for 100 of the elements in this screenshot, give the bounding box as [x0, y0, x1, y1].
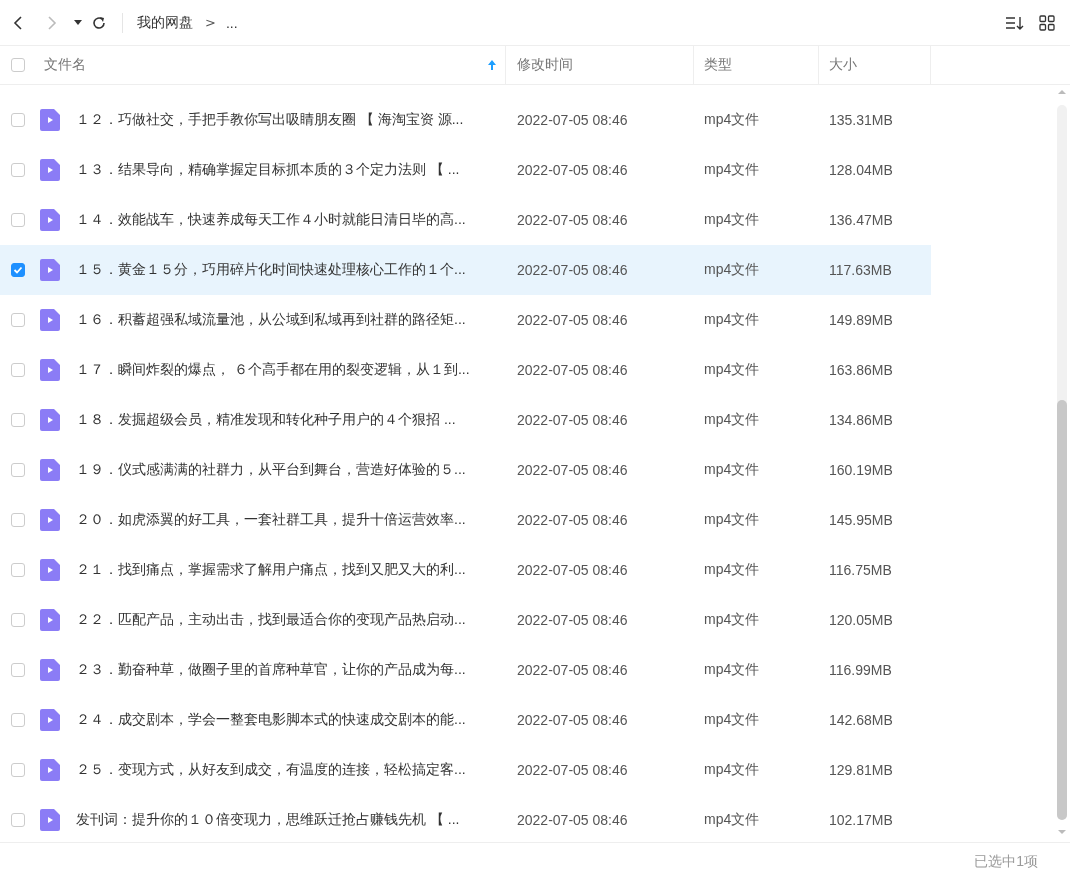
modified-time: 2022-07-05 08:46 — [516, 712, 629, 728]
checkbox[interactable] — [11, 413, 25, 427]
file-name: １２．巧做社交，手把手教你写出吸睛朋友圈 【 海淘宝资 源... — [76, 111, 464, 129]
file-size: 149.89MB — [828, 312, 894, 328]
file-name: １３．结果导向，精确掌握定目标抓本质的３个定力法则 【 ... — [76, 161, 460, 179]
file-row[interactable]: ２３．勤奋种草，做圈子里的首席种草官，让你的产品成为每... 2022-07-05 08:46 mp4文件 116.99MB — [0, 645, 931, 695]
file-type: mp4文件 — [703, 211, 761, 229]
file-size: 134.86MB — [828, 412, 894, 428]
column-header[interactable]: 类型 — [704, 56, 732, 74]
checkbox[interactable] — [11, 163, 25, 177]
checkbox[interactable] — [11, 363, 25, 377]
video-file-icon — [40, 459, 60, 481]
file-type: mp4文件 — [703, 161, 761, 179]
checkbox[interactable] — [11, 313, 25, 327]
file-row[interactable]: 发刊词：提升你的１０倍变现力，思维跃迁抢占赚钱先机 【 ... 2022-07-05 08:46 mp4文件 102.17MB — [0, 795, 931, 845]
modified-time: 2022-07-05 08:46 — [516, 662, 629, 678]
modified-time: 2022-07-05 08:46 — [516, 562, 629, 578]
modified-time: 2022-07-05 08:46 — [516, 762, 629, 778]
modified-time: 2022-07-05 08:46 — [516, 212, 629, 228]
file-name: ２２．匹配产品，主动出击，找到最适合你的变现产品热启动... — [76, 611, 466, 629]
modified-time: 2022-07-05 08:46 — [516, 612, 629, 628]
file-row[interactable]: １９．仪式感满满的社群力，从平台到舞台，营造好体验的５... 2022-07-05 08:46 mp4文件 160.19MB — [0, 445, 931, 495]
checkbox[interactable] — [11, 463, 25, 477]
modified-time: 2022-07-05 08:46 — [516, 412, 629, 428]
checkbox[interactable] — [11, 563, 25, 577]
modified-time: 2022-07-05 08:46 — [516, 462, 629, 478]
file-name: １６．积蓄超强私域流量池，从公域到私域再到社群的路径矩... — [76, 311, 466, 329]
file-name: １９．仪式感满满的社群力，从平台到舞台，营造好体验的５... — [76, 461, 466, 479]
column-header[interactable]: 文件名 — [44, 56, 86, 74]
file-type: mp4文件 — [703, 361, 761, 379]
modified-time: 2022-07-05 08:46 — [516, 312, 629, 328]
file-row[interactable]: ２０．如虎添翼的好工具，一套社群工具，提升十倍运营效率... 2022-07-05 08:46 mp4文件 145.95MB — [0, 495, 931, 545]
video-file-icon — [40, 109, 60, 131]
column-header[interactable]: 大小 — [829, 56, 857, 74]
file-type: mp4文件 — [703, 261, 761, 279]
file-type: mp4文件 — [703, 111, 761, 129]
checkbox[interactable] — [11, 663, 25, 677]
checkbox[interactable] — [11, 713, 25, 727]
file-row[interactable]: １５．黄金１５分，巧用碎片化时间快速处理核心工作的１个... 2022-07-05 08:46 mp4文件 117.63MB — [0, 245, 931, 295]
file-size: 142.68MB — [828, 712, 894, 728]
file-type: mp4文件 — [703, 811, 761, 829]
checkbox[interactable] — [11, 513, 25, 527]
video-file-icon — [40, 159, 60, 181]
modified-time: 2022-07-05 08:46 — [516, 512, 629, 528]
video-file-icon — [40, 259, 60, 281]
file-type: mp4文件 — [703, 611, 761, 629]
breadcrumb-item[interactable]: 我的网盘 — [137, 13, 193, 32]
file-row[interactable]: ２１．找到痛点，掌握需求了解用户痛点，找到又肥又大的利... 2022-07-05 08:46 mp4文件 116.75MB — [0, 545, 931, 595]
file-size: 163.86MB — [828, 362, 894, 378]
file-row[interactable]: １６．积蓄超强私域流量池，从公域到私域再到社群的路径矩... 2022-07-05 08:46 mp4文件 149.89MB — [0, 295, 931, 345]
file-row[interactable]: ２５．变现方式，从好友到成交，有温度的连接，轻松搞定客... 2022-07-05 08:46 mp4文件 129.81MB — [0, 745, 931, 795]
video-file-icon — [40, 809, 60, 831]
modified-time: 2022-07-05 08:46 — [516, 812, 629, 828]
checkbox[interactable] — [11, 813, 25, 827]
file-name: １４．效能战车，快速养成每天工作４小时就能日清日毕的高... — [76, 211, 466, 229]
checkbox[interactable] — [11, 213, 25, 227]
file-row[interactable]: １２．巧做社交，手把手教你写出吸睛朋友圈 【 海淘宝资 源... 2022-07-05 08:46 mp4文件 135.31MB — [0, 95, 931, 145]
modified-time: 2022-07-05 08:46 — [516, 262, 629, 278]
file-row[interactable]: １８．发掘超级会员，精准发现和转化种子用户的４个狠招 ... 2022-07-05 08:46 mp4文件 134.86MB — [0, 395, 931, 445]
file-size: 102.17MB — [828, 812, 894, 828]
file-name: ２３．勤奋种草，做圈子里的首席种草官，让你的产品成为每... — [76, 661, 466, 679]
modified-time: 2022-07-05 08:46 — [516, 112, 629, 128]
checkbox[interactable] — [11, 763, 25, 777]
history-dropdown[interactable] — [74, 19, 82, 26]
video-file-icon — [40, 659, 60, 681]
file-name: ２４．成交剧本，学会一整套电影脚本式的快速成交剧本的能... — [76, 711, 466, 729]
file-row[interactable]: ２４．成交剧本，学会一整套电影脚本式的快速成交剧本的能... 2022-07-05 08:46 mp4文件 142.68MB — [0, 695, 931, 745]
file-row[interactable]: ２２．匹配产品，主动出击，找到最适合你的变现产品热启动... 2022-07-05 08:46 mp4文件 120.05MB — [0, 595, 931, 645]
file-type: mp4文件 — [703, 711, 761, 729]
checkbox[interactable] — [11, 58, 25, 72]
checkbox[interactable] — [11, 263, 25, 277]
checkbox[interactable] — [11, 613, 25, 627]
file-row[interactable]: １７．瞬间炸裂的爆点， ６个高手都在用的裂变逻辑，从１到... 2022-07-05 08:46 mp4文件 163.86MB — [0, 345, 931, 395]
file-size: 116.99MB — [828, 662, 893, 678]
file-size: 145.95MB — [828, 512, 894, 528]
breadcrumb-item[interactable]: ... — [225, 14, 238, 31]
file-name: ２５．变现方式，从好友到成交，有温度的连接，轻松搞定客... — [76, 761, 466, 779]
file-name: ２０．如虎添翼的好工具，一套社群工具，提升十倍运营效率... — [76, 511, 466, 529]
file-name: １７．瞬间炸裂的爆点， ６个高手都在用的裂变逻辑，从１到... — [76, 361, 470, 379]
video-file-icon — [40, 509, 60, 531]
checkbox[interactable] — [11, 113, 25, 127]
modified-time: 2022-07-05 08:46 — [516, 162, 629, 178]
file-type: mp4文件 — [703, 411, 761, 429]
video-file-icon — [40, 609, 60, 631]
file-type: mp4文件 — [703, 561, 761, 579]
file-row[interactable]: １４．效能战车，快速养成每天工作４小时就能日清日毕的高... 2022-07-05 08:46 mp4文件 136.47MB — [0, 195, 931, 245]
file-type: mp4文件 — [703, 511, 761, 529]
file-size: 135.31MB — [828, 112, 894, 128]
modified-time: 2022-07-05 08:46 — [516, 362, 629, 378]
check-icon — [13, 265, 23, 275]
video-file-icon — [40, 559, 60, 581]
file-name: ２１．找到痛点，掌握需求了解用户痛点，找到又肥又大的利... — [76, 561, 466, 579]
file-size: 117.63MB — [828, 262, 893, 278]
file-size: 129.81MB — [828, 762, 894, 778]
video-file-icon — [40, 359, 60, 381]
file-name: 发刊词：提升你的１０倍变现力，思维跃迁抢占赚钱先机 【 ... — [76, 811, 460, 829]
file-size: 136.47MB — [828, 212, 894, 228]
grid-view-button[interactable] — [1038, 13, 1056, 32]
file-row[interactable]: １３．结果导向，精确掌握定目标抓本质的３个定力法则 【 ... 2022-07-05 08:46 mp4文件 128.04MB — [0, 145, 931, 195]
column-header[interactable]: 修改时间 — [517, 56, 573, 74]
